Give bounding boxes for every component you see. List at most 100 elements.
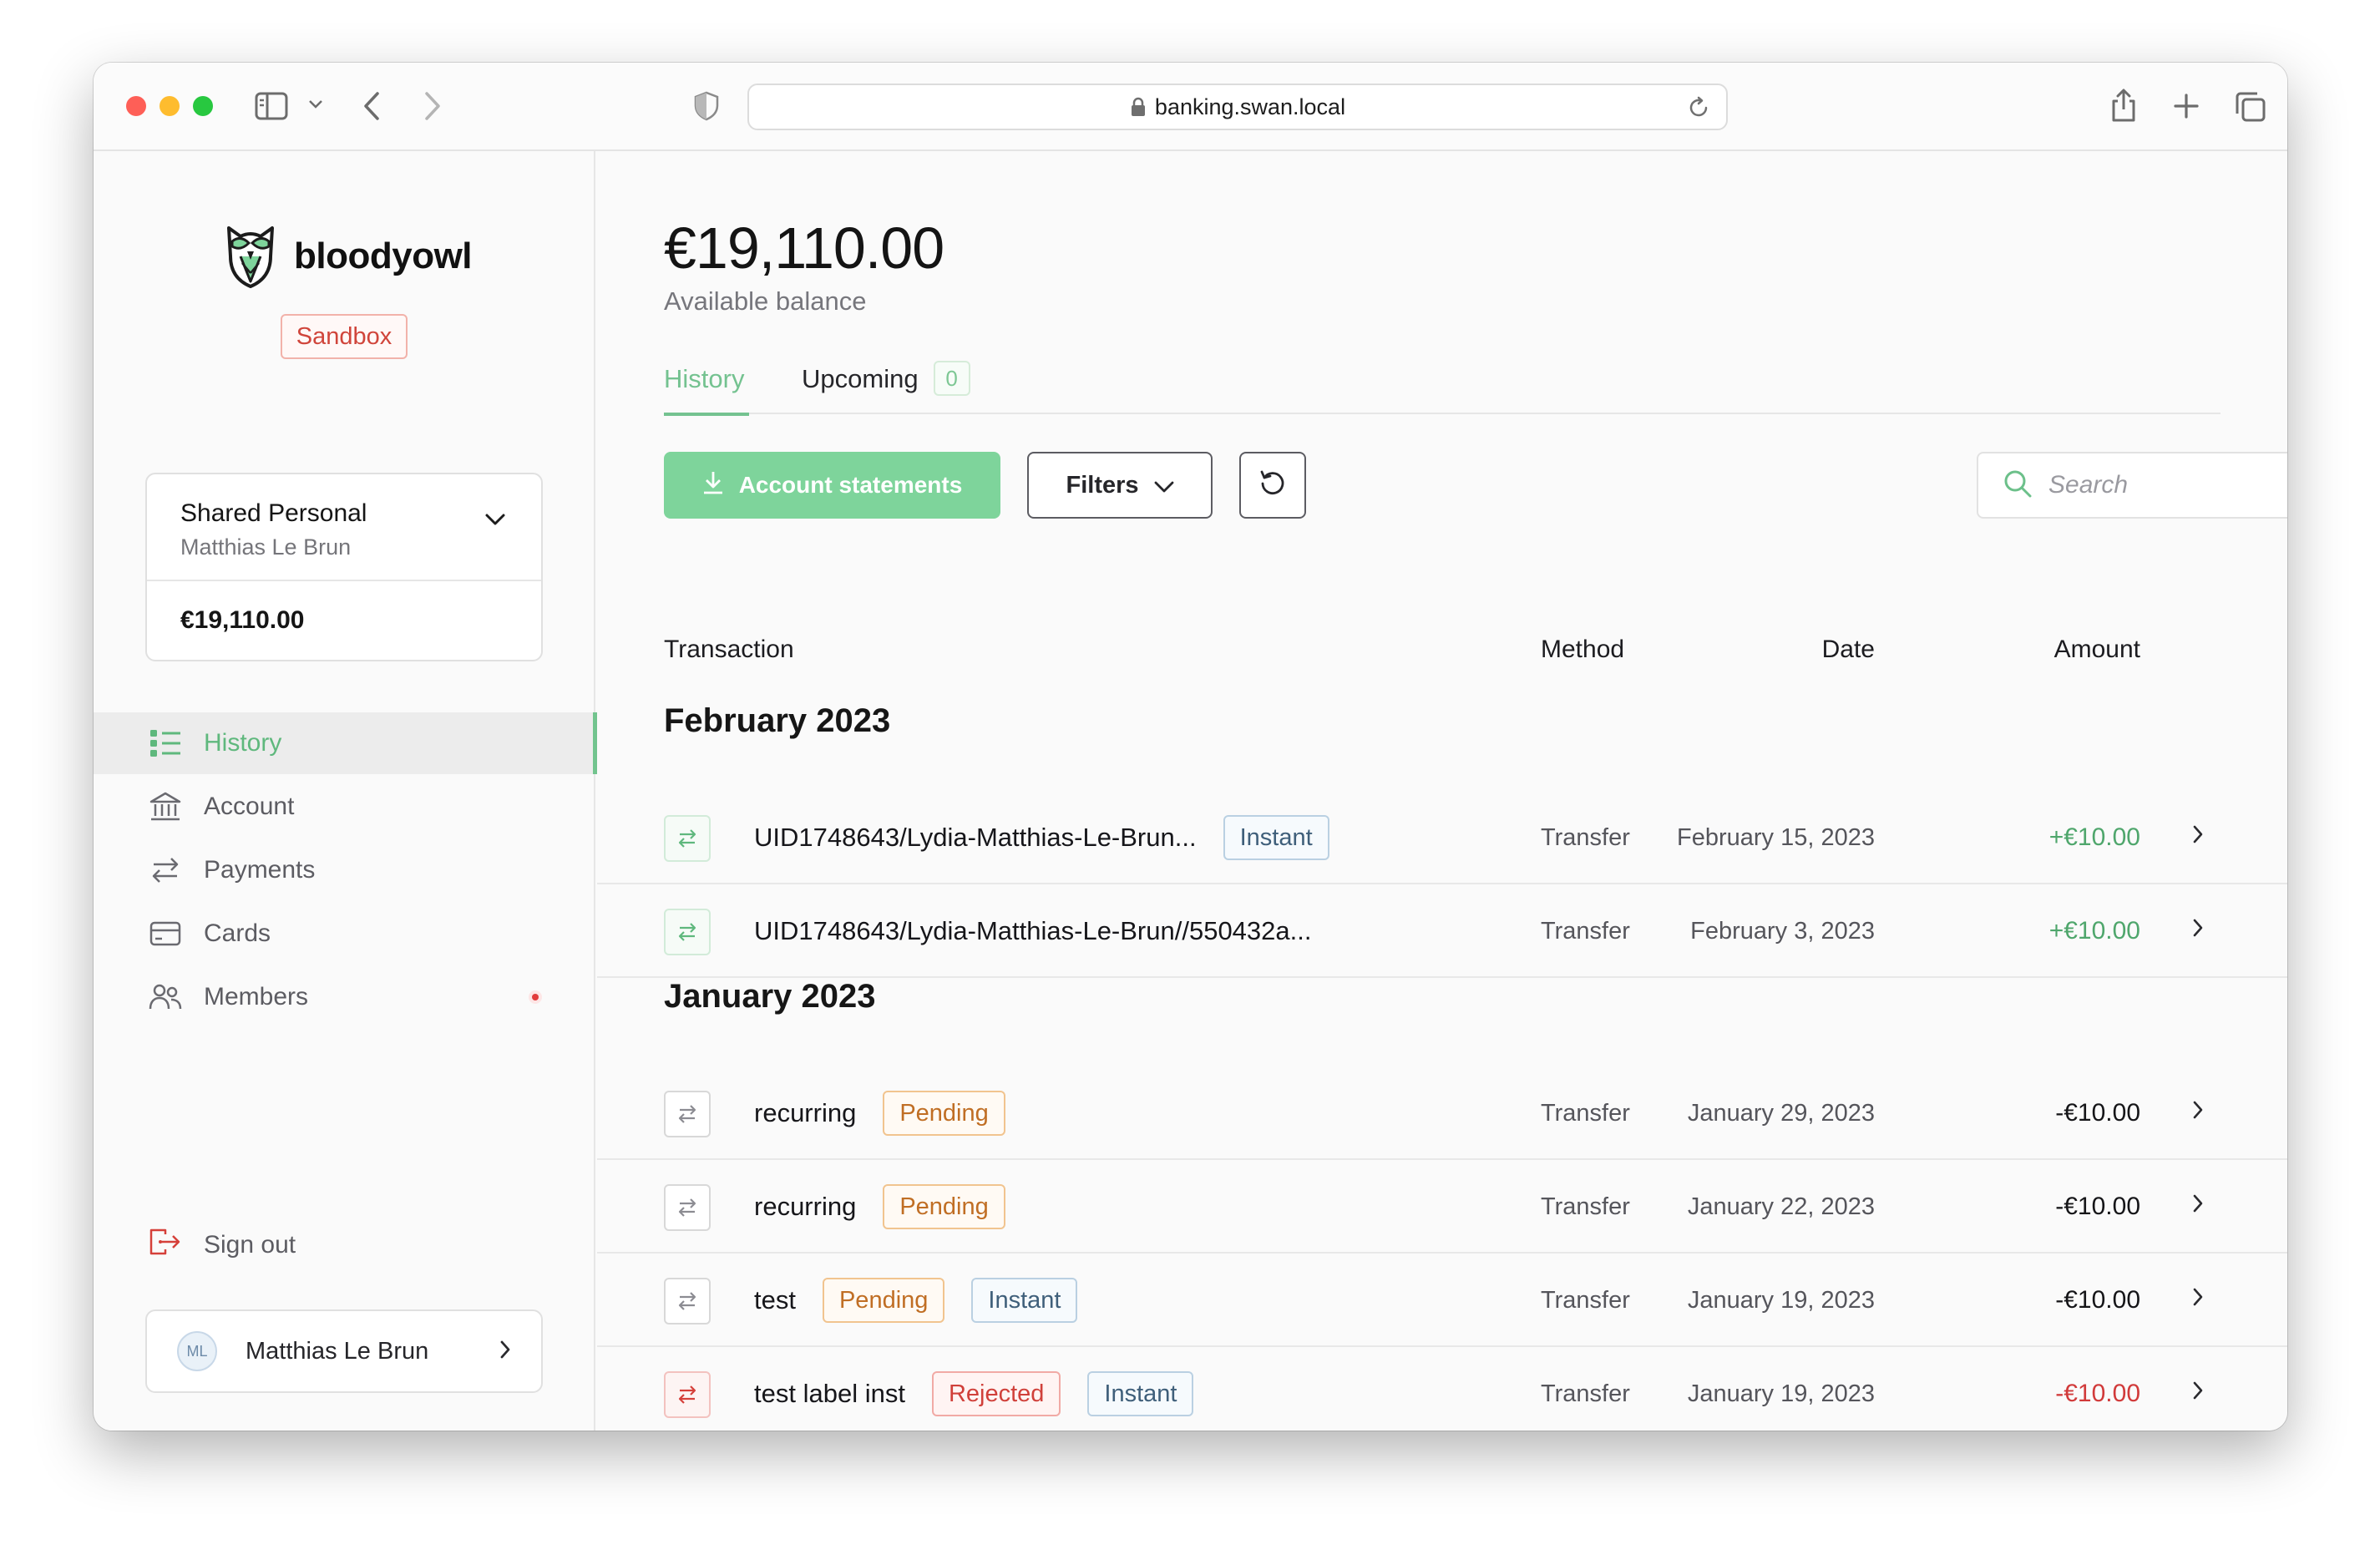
transaction-amount: -€10.00 xyxy=(2055,1286,2140,1314)
avatar: ML xyxy=(177,1331,217,1371)
card-icon xyxy=(149,917,182,950)
transfer-icon xyxy=(664,1371,711,1418)
tab-upcoming[interactable]: Upcoming 0 xyxy=(802,356,970,414)
brand-name: bloodyowl xyxy=(294,236,473,276)
search-input[interactable] xyxy=(2048,471,2287,499)
chevron-right-icon xyxy=(499,1340,511,1364)
transaction-amount: +€10.00 xyxy=(2048,823,2140,851)
brand-logo[interactable]: bloodyowl xyxy=(224,223,473,290)
account-switcher[interactable]: Shared Personal Matthias Le Brun €19,110… xyxy=(145,473,543,661)
notification-dot xyxy=(529,990,542,1004)
search-box xyxy=(1977,452,2287,519)
sidebar-item-label: History xyxy=(204,729,282,757)
user-profile-button[interactable]: ML Matthias Le Brun xyxy=(145,1309,543,1393)
browser-toolbar: banking.swan.local xyxy=(94,63,2287,151)
transaction-row[interactable]: UID1748643/Lydia-Matthias-Le-Brun//55043… xyxy=(597,884,2287,978)
transfer-icon xyxy=(664,815,711,862)
transaction-label-cell: test Pending Instant xyxy=(754,1254,1078,1347)
transaction-label: recurring xyxy=(754,1098,857,1127)
transfer-icon xyxy=(664,1091,711,1137)
account-holder: Matthias Le Brun xyxy=(180,534,352,560)
transaction-method: Transfer xyxy=(1541,823,1630,851)
transaction-amount: +€10.00 xyxy=(2048,917,2140,945)
user-name: Matthias Le Brun xyxy=(246,1337,429,1365)
tab-bar: History Upcoming 0 xyxy=(664,356,2220,416)
account-name: Shared Personal xyxy=(180,499,367,527)
forward-icon[interactable] xyxy=(423,91,442,121)
transaction-label-cell: recurring Pending xyxy=(754,1160,1005,1254)
sidebar-toggle-icon[interactable] xyxy=(255,92,288,120)
transaction-row[interactable]: test Pending Instant Transfer January 19, 20… xyxy=(597,1254,2287,1347)
upcoming-count-badge: 0 xyxy=(933,361,970,396)
tab-history-label: History xyxy=(664,364,745,393)
close-window-button[interactable] xyxy=(126,96,146,116)
transaction-label-cell: recurring Pending xyxy=(754,1066,1005,1160)
column-header-amount: Amount xyxy=(2053,636,2140,663)
chevron-right-icon xyxy=(2192,1287,2204,1311)
owl-logo-icon xyxy=(227,226,274,288)
column-header-method: Method xyxy=(1541,636,1625,663)
sidebar-item-payments[interactable]: Payments xyxy=(94,839,595,901)
sidebar-item-cards[interactable]: Cards xyxy=(94,903,595,965)
transaction-date: January 29, 2023 xyxy=(1687,1099,1875,1127)
sidebar-item-label: Payments xyxy=(204,856,316,884)
transaction-label: UID1748643/Lydia-Matthias-Le-Brun... xyxy=(754,823,1197,852)
transaction-label: test label inst xyxy=(754,1379,905,1408)
back-icon[interactable] xyxy=(362,91,381,121)
new-tab-icon[interactable] xyxy=(2173,93,2200,119)
share-icon[interactable] xyxy=(2109,88,2138,123)
transaction-label-cell: UID1748643/Lydia-Matthias-Le-Brun... Inst… xyxy=(754,791,1329,884)
chevron-down-icon[interactable] xyxy=(484,513,506,530)
transaction-row[interactable]: test label inst Rejected Instant Transfer Ja… xyxy=(597,1347,2287,1431)
privacy-shield-icon[interactable] xyxy=(694,91,719,121)
tab-history[interactable]: History xyxy=(664,356,750,416)
transaction-row[interactable]: UID1748643/Lydia-Matthias-Le-Brun... Inst… xyxy=(597,791,2287,884)
transaction-amount: -€10.00 xyxy=(2055,1193,2140,1220)
chevron-right-icon xyxy=(2192,1193,2204,1218)
account-statements-button[interactable]: Account statements xyxy=(664,452,1000,519)
sign-out-button[interactable]: Sign out xyxy=(149,1228,296,1263)
filters-button[interactable]: Filters xyxy=(1027,452,1213,519)
search-icon xyxy=(2003,469,2032,502)
available-balance-label: Available balance xyxy=(664,286,867,316)
transaction-date: January 19, 2023 xyxy=(1687,1380,1875,1407)
refresh-button[interactable] xyxy=(1239,452,1306,519)
minimize-window-button[interactable] xyxy=(160,96,180,116)
transaction-label: UID1748643/Lydia-Matthias-Le-Brun//55043… xyxy=(754,916,1312,945)
browser-window: banking.swan.local bloodyowl Sandbox Sha… xyxy=(94,63,2287,1431)
transaction-amount: -€10.00 xyxy=(2055,1380,2140,1407)
transaction-label: recurring xyxy=(754,1192,857,1221)
sidebar-item-label: Cards xyxy=(204,919,271,947)
transaction-amount: -€10.00 xyxy=(2055,1099,2140,1127)
transfer-icon xyxy=(664,1278,711,1325)
chevron-down-icon[interactable] xyxy=(308,99,323,109)
transaction-date: February 3, 2023 xyxy=(1690,917,1875,945)
transaction-method: Transfer xyxy=(1541,1099,1630,1127)
transaction-row[interactable]: recurring Pending Transfer January 29, 2023… xyxy=(597,1066,2287,1160)
rejected-badge: Rejected xyxy=(931,1371,1061,1416)
arrows-swap-icon xyxy=(149,853,182,887)
account-balance: €19,110.00 xyxy=(180,606,305,634)
transfer-icon xyxy=(664,909,711,955)
people-icon xyxy=(149,980,182,1014)
chevron-right-icon xyxy=(2192,1100,2204,1124)
account-statements-label: Account statements xyxy=(738,472,963,498)
sidebar-item-account[interactable]: Account xyxy=(94,776,595,838)
column-header-transaction: Transaction xyxy=(664,636,794,663)
address-bar[interactable]: banking.swan.local xyxy=(747,84,1728,130)
tab-overview-icon[interactable] xyxy=(2235,91,2266,123)
transaction-row[interactable]: recurring Pending Transfer January 22, 2023… xyxy=(597,1160,2287,1254)
column-header-date: Date xyxy=(1821,636,1875,663)
sidebar: bloodyowl Sandbox Shared Personal Matthi… xyxy=(94,151,597,1431)
transaction-method: Transfer xyxy=(1541,917,1630,945)
sidebar-item-members[interactable]: Members xyxy=(94,966,595,1028)
zoom-window-button[interactable] xyxy=(193,96,213,116)
card-divider xyxy=(147,580,541,581)
available-balance: €19,110.00 xyxy=(664,215,944,281)
instant-badge: Instant xyxy=(971,1278,1078,1323)
bank-icon xyxy=(149,790,182,823)
chevron-right-icon xyxy=(2192,824,2204,848)
reload-icon[interactable] xyxy=(1686,95,1711,126)
sidebar-item-history[interactable]: History xyxy=(94,712,597,774)
refresh-icon xyxy=(1258,469,1287,502)
